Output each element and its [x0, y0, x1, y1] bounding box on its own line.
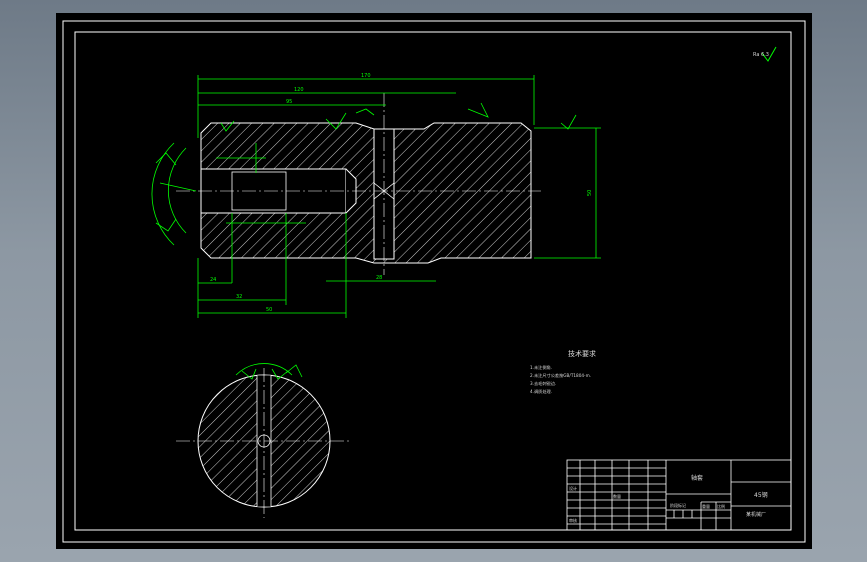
tech-req-item-1: 1.未注倒角.: [530, 364, 552, 371]
dim-length-b: 95: [286, 99, 292, 105]
tb-stage-label: 阶段标记: [670, 502, 686, 508]
tb-designer-label: 设计: [569, 485, 577, 491]
tb-company: 某机械厂: [746, 511, 766, 518]
roughness-corner-text: Ra 6.3: [753, 52, 769, 58]
tech-req-item-2: 2.未注尺寸公差按GB/T1804-m.: [530, 372, 591, 379]
tb-part-name: 轴套: [691, 474, 703, 482]
dim-depth-2: 32: [236, 294, 242, 300]
tb-qty-label: 数量: [613, 493, 621, 499]
tech-req-item-4: 4.调质处理.: [530, 388, 552, 395]
dim-overall-length: 170: [361, 73, 371, 79]
cad-drawing[interactable]: Ra 6.3 170 120 95 24 32 50 28 50 技术要求 1.…: [56, 13, 812, 549]
circular-section-view: [176, 363, 352, 518]
tech-req-title: 技术要求: [568, 349, 596, 358]
tb-scale-label: 比例: [717, 503, 725, 509]
outer-border: [62, 20, 806, 543]
tb-weight-label: 重量: [702, 503, 710, 509]
main-section-view: [176, 93, 541, 275]
dim-groove-width: 28: [376, 275, 382, 281]
technical-requirements: 技术要求 1.未注倒角. 2.未注尺寸公差按GB/T1804-m. 3.去毛刺锐…: [530, 349, 596, 395]
tech-req-item-3: 3.去毛刺锐边.: [530, 380, 556, 387]
drawing-viewport[interactable]: Ra 6.3 170 120 95 24 32 50 28 50 技术要求 1.…: [56, 13, 812, 549]
dim-height: 50: [587, 190, 593, 196]
dim-depth-1: 24: [210, 277, 216, 283]
tb-checker-label: 审核: [569, 517, 577, 523]
roughness-corner-symbol: Ra 6.3: [753, 46, 777, 62]
tb-material: 45钢: [754, 491, 768, 499]
dim-depth-3: 50: [266, 307, 272, 313]
dim-length-a: 120: [294, 87, 304, 93]
